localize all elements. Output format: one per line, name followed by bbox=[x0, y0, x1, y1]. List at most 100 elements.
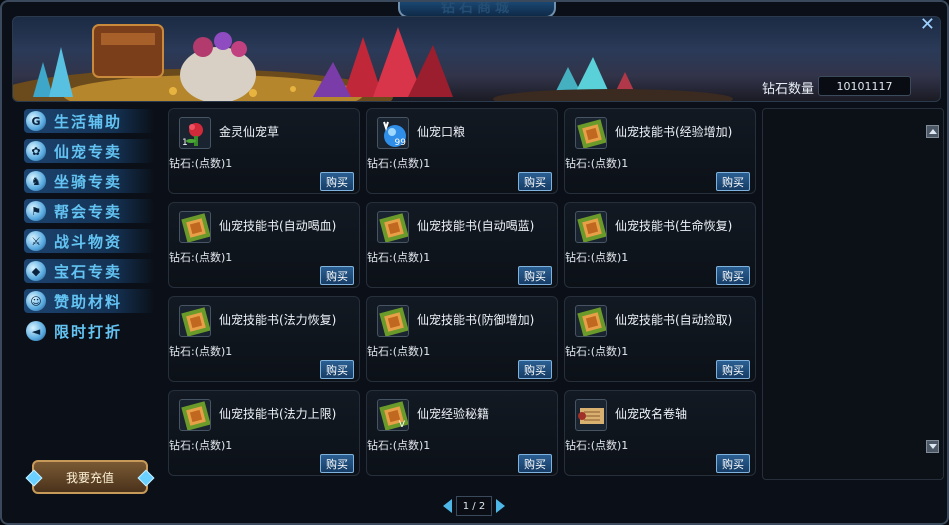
buy-button[interactable]: 购买 bbox=[716, 454, 750, 473]
category-pet-shop[interactable]: ✿ 仙宠专卖 bbox=[16, 136, 166, 166]
item-price: 钻石:(点数)1 bbox=[565, 157, 629, 170]
item-grid: 1 金灵仙宠草 钻石:(点数)1 购买 99 仙宠口粮 钻石:(点数)1 购买 … bbox=[168, 108, 762, 483]
item-name: 仙宠技能书(自动捡取) bbox=[615, 313, 733, 327]
category-label: 帮会专卖 bbox=[54, 202, 123, 221]
window-title: 钻石商城 bbox=[441, 0, 513, 16]
scroll-icon bbox=[575, 399, 607, 431]
buy-button[interactable]: 购买 bbox=[716, 266, 750, 285]
diamond-count-value: 10101117 bbox=[818, 76, 911, 96]
shop-item-card: 仙宠技能书(法力恢复) 钻石:(点数)1 购买 bbox=[168, 296, 360, 382]
item-price: 钻石:(点数)1 bbox=[367, 439, 431, 452]
shop-item-card: 仙宠技能书(自动喝血) 钻石:(点数)1 购买 bbox=[168, 202, 360, 288]
shop-window: 钻石商城 ✕ 钻石数量 10101117 G 生活辅助 ✿ 仙宠专卖 ♞ 坐骑专卖 ⚑… bbox=[0, 0, 949, 525]
item-name: 仙宠口粮 bbox=[417, 125, 466, 139]
detail-panel bbox=[762, 108, 944, 480]
life-assist-icon: G bbox=[26, 111, 46, 131]
category-mount-shop[interactable]: ♞ 坐骑专卖 bbox=[16, 166, 166, 196]
skill-book-icon bbox=[377, 211, 409, 243]
item-name: 仙宠技能书(防御增加) bbox=[417, 313, 535, 327]
category-label: 仙宠专卖 bbox=[54, 142, 123, 161]
item-name: 仙宠技能书(生命恢复) bbox=[615, 219, 733, 233]
item-name: 仙宠改名卷轴 bbox=[615, 407, 688, 421]
diamond-count-label: 钻石数量 bbox=[762, 82, 815, 97]
buy-button[interactable]: 购买 bbox=[320, 266, 354, 285]
recharge-button[interactable]: 我要充值 bbox=[32, 460, 148, 494]
shop-item-card: 仙宠技能书(防御增加) 钻石:(点数)1 购买 bbox=[366, 296, 558, 382]
category-label: 生活辅助 bbox=[54, 112, 123, 131]
exp-book-icon: V bbox=[377, 399, 409, 431]
shop-item-card: 仙宠改名卷轴 钻石:(点数)1 购买 bbox=[564, 390, 756, 476]
buy-button[interactable]: 购买 bbox=[716, 172, 750, 191]
close-icon[interactable]: ✕ bbox=[920, 16, 935, 34]
item-name: 金灵仙宠草 bbox=[219, 125, 280, 139]
item-quantity: 1 bbox=[182, 138, 188, 148]
item-price: 钻石:(点数)1 bbox=[169, 251, 233, 264]
page-indicator: 1 / 2 bbox=[456, 496, 492, 516]
category-sidebar: G 生活辅助 ✿ 仙宠专卖 ♞ 坐骑专卖 ⚑ 帮会专卖 ⚔ 战斗物资 ◆ 宝石专卖 ☺ 赞助材… bbox=[16, 106, 166, 481]
item-name: 仙宠技能书(法力恢复) bbox=[219, 313, 337, 327]
item-name: 仙宠技能书(经验增加) bbox=[615, 125, 733, 139]
shop-item-card: 1 金灵仙宠草 钻石:(点数)1 购买 bbox=[168, 108, 360, 194]
item-price: 钻石:(点数)1 bbox=[367, 157, 431, 170]
shop-item-card: 仙宠技能书(自动捡取) 钻石:(点数)1 购买 bbox=[564, 296, 756, 382]
red-flower-icon: 1 bbox=[179, 117, 211, 149]
skill-book-icon bbox=[575, 117, 607, 149]
skill-book-icon bbox=[575, 305, 607, 337]
category-combat-supplies[interactable]: ⚔ 战斗物资 bbox=[16, 226, 166, 256]
skill-book-icon bbox=[575, 211, 607, 243]
item-name: 仙宠技能书(自动喝血) bbox=[219, 219, 337, 233]
skill-book-icon bbox=[179, 305, 211, 337]
item-price: 钻石:(点数)1 bbox=[367, 345, 431, 358]
guild-icon: ⚑ bbox=[26, 201, 46, 221]
shop-item-card: 仙宠技能书(生命恢复) 钻石:(点数)1 购买 bbox=[564, 202, 756, 288]
shop-item-card: 仙宠技能书(法力上限) 钻石:(点数)1 购买 bbox=[168, 390, 360, 476]
buy-button[interactable]: 购买 bbox=[716, 360, 750, 379]
combat-supplies-icon: ⚔ bbox=[26, 231, 46, 251]
category-gem-shop[interactable]: ◆ 宝石专卖 bbox=[16, 256, 166, 286]
megaphone-icon: ◄ bbox=[26, 321, 46, 341]
scroll-up-icon[interactable] bbox=[926, 125, 939, 138]
category-limited-discount[interactable]: ◄ 限时打折 bbox=[16, 316, 166, 346]
buy-button[interactable]: 购买 bbox=[320, 360, 354, 379]
item-name: 仙宠技能书(法力上限) bbox=[219, 407, 337, 421]
buy-button[interactable]: 购买 bbox=[518, 360, 552, 379]
shop-item-card: 仙宠技能书(经验增加) 钻石:(点数)1 购买 bbox=[564, 108, 756, 194]
category-label: 坐骑专卖 bbox=[54, 172, 123, 191]
item-price: 钻石:(点数)1 bbox=[367, 251, 431, 264]
shop-item-card: V 仙宠经验秘籍 钻石:(点数)1 购买 bbox=[366, 390, 558, 476]
buy-button[interactable]: 购买 bbox=[320, 172, 354, 191]
prev-page-icon[interactable] bbox=[443, 499, 452, 513]
mount-icon: ♞ bbox=[26, 171, 46, 191]
item-price: 钻石:(点数)1 bbox=[169, 157, 233, 170]
item-quantity: V bbox=[398, 420, 405, 430]
skill-book-icon bbox=[179, 399, 211, 431]
category-label: 战斗物资 bbox=[54, 232, 123, 251]
category-sponsor-materials[interactable]: ☺ 赞助材料 bbox=[16, 286, 166, 316]
buy-button[interactable]: 购买 bbox=[518, 454, 552, 473]
blue-potion-icon: 99 bbox=[377, 117, 409, 149]
category-life-assist[interactable]: G 生活辅助 bbox=[16, 106, 166, 136]
item-name: 仙宠技能书(自动喝蓝) bbox=[417, 219, 535, 233]
next-page-icon[interactable] bbox=[496, 499, 505, 513]
category-label: 赞助材料 bbox=[54, 292, 123, 311]
buy-button[interactable]: 购买 bbox=[518, 172, 552, 191]
scroll-down-icon[interactable] bbox=[926, 440, 939, 453]
item-price: 钻石:(点数)1 bbox=[565, 439, 629, 452]
item-price: 钻石:(点数)1 bbox=[169, 439, 233, 452]
item-price: 钻石:(点数)1 bbox=[565, 251, 629, 264]
pagination: 1 / 2 bbox=[443, 496, 505, 516]
shop-item-card: 仙宠技能书(自动喝蓝) 钻石:(点数)1 购买 bbox=[366, 202, 558, 288]
category-label: 限时打折 bbox=[54, 322, 123, 341]
sponsor-material-icon: ☺ bbox=[26, 291, 46, 311]
paw-icon: ✿ bbox=[26, 141, 46, 161]
shop-item-card: 99 仙宠口粮 钻石:(点数)1 购买 bbox=[366, 108, 558, 194]
buy-button[interactable]: 购买 bbox=[320, 454, 354, 473]
skill-book-icon bbox=[179, 211, 211, 243]
category-label: 宝石专卖 bbox=[54, 262, 123, 281]
category-guild-shop[interactable]: ⚑ 帮会专卖 bbox=[16, 196, 166, 226]
item-price: 钻石:(点数)1 bbox=[565, 345, 629, 358]
item-price: 钻石:(点数)1 bbox=[169, 345, 233, 358]
buy-button[interactable]: 购买 bbox=[518, 266, 552, 285]
skill-book-icon bbox=[377, 305, 409, 337]
gem-icon: ◆ bbox=[26, 261, 46, 281]
